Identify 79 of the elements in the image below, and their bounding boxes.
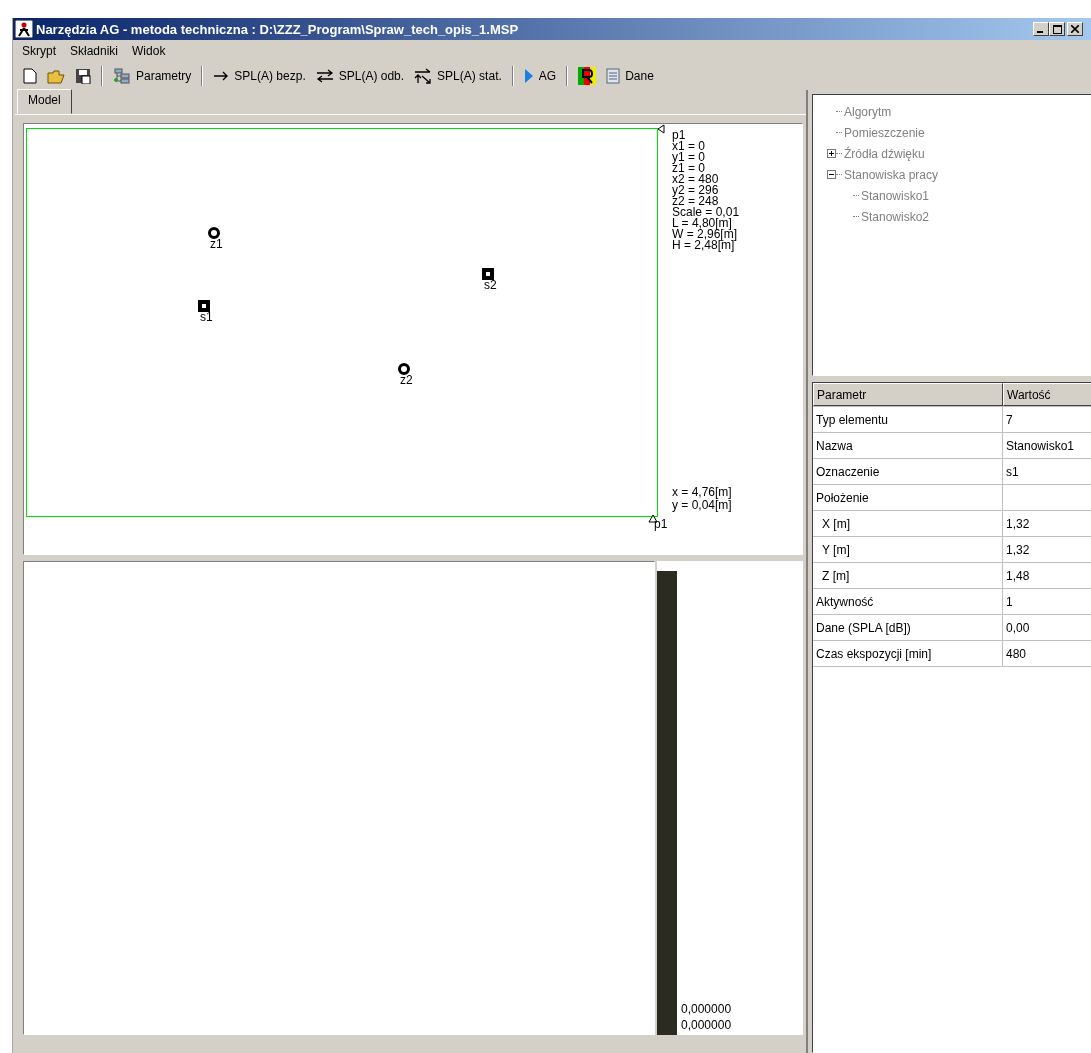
folder-icon [47, 68, 65, 84]
close-icon [1071, 25, 1079, 33]
tree-item[interactable]: Algorytm [844, 104, 892, 119]
table-cell: 1,32 [1003, 511, 1091, 536]
tree-item[interactable]: Stanowiska pracy [844, 167, 939, 182]
table-cell: 1 [1003, 589, 1091, 614]
right-arrow-icon [213, 71, 230, 81]
hierarchy-icon [113, 68, 131, 84]
maximize-icon [1052, 24, 1062, 34]
table-cell: 7 [1003, 407, 1091, 432]
scale-value: 0,000000 [681, 1017, 732, 1033]
marker-label: s1 [200, 312, 213, 323]
tree-item[interactable]: Pomieszczenie [844, 125, 925, 140]
table-cell: 480 [1003, 641, 1091, 666]
table-cell: Typ elementu [813, 407, 1003, 432]
window-title: Narzędzia AG - metoda techniczna : D:\ZZZ_Program\Spraw_tech_opis_1.MSP [36, 21, 520, 37]
crossed-arrows-icon [414, 68, 433, 84]
table-cell: Y [m] [813, 537, 1003, 562]
table-cell: Z [m] [813, 563, 1003, 588]
dimension-text: z2 = 248 [672, 196, 719, 207]
dimension-text: W = 2,96[m] [672, 229, 739, 240]
tree-item[interactable]: Stanowisko1 [861, 188, 930, 203]
dimension-text: z1 = 0 [672, 163, 706, 174]
table-cell: Czas ekspozycji [min] [813, 641, 1003, 666]
tree-item[interactable]: Stanowisko2 [861, 209, 930, 224]
point-label: p1 [654, 517, 668, 531]
play-icon [523, 68, 534, 84]
collapse-icon[interactable] [827, 170, 836, 179]
minimize-button[interactable] [1033, 22, 1049, 36]
dimension-text: Scale = 0,01 [672, 207, 740, 218]
blank-page-icon [23, 68, 37, 84]
menu-item[interactable]: Składniki [65, 42, 124, 60]
maximize-button[interactable] [1049, 22, 1065, 36]
workstation-icon[interactable] [482, 268, 494, 280]
close-button[interactable] [1067, 22, 1083, 36]
column-header[interactable]: Wartość [1003, 383, 1091, 406]
table-cell: 1,32 [1003, 537, 1091, 562]
toolbar-button[interactable]: Dane [602, 66, 658, 86]
toolbar-button[interactable]: SPL(A) bezp. [209, 67, 310, 85]
table-cell: s1 [1003, 459, 1091, 484]
toolbar-button[interactable]: SPL(A) odb. [311, 67, 409, 85]
table-cell: 1,48 [1003, 563, 1091, 588]
coordinate-text: y = 0,04[m] [672, 500, 732, 511]
dimension-text: x1 = 0 [672, 141, 707, 152]
expand-icon[interactable] [827, 149, 836, 158]
marker-label: s2 [484, 280, 497, 291]
sound-source-icon[interactable] [398, 363, 410, 375]
table-cell: Nazwa [813, 433, 1003, 458]
model-tab[interactable]: Model [17, 89, 72, 114]
figure-icon [15, 20, 33, 38]
table-cell: 0,00 [1003, 615, 1091, 640]
menu-item[interactable]: Widok [127, 42, 171, 60]
table-cell: Stanowisko1 [1003, 433, 1091, 458]
toolbar-button[interactable]: SPL(A) stat. [410, 66, 506, 86]
table-cell: Położenie [813, 485, 1003, 510]
dimension-text: x2 = 480 [672, 174, 720, 185]
coordinate-text: x = 4,76[m] [672, 487, 732, 498]
column-header[interactable]: Parametr [813, 383, 1003, 406]
document-icon [606, 68, 621, 84]
table-cell: Oznaczenie [813, 459, 1003, 484]
table-cell: Aktywność [813, 589, 1003, 614]
toolbar-button[interactable]: AG [519, 66, 561, 86]
marker-label: z1 [210, 239, 223, 250]
table-cell: X [m] [813, 511, 1003, 536]
r-report-icon [578, 67, 597, 85]
dimension-text: L = 4,80[m] [672, 218, 732, 229]
marker-label: z2 [400, 375, 413, 386]
table-cell: Dane (SPLA [dB]) [813, 615, 1003, 640]
toolbar-button[interactable]: Parametry [109, 66, 196, 86]
menu-item[interactable]: Skrypt [17, 42, 61, 60]
tree-item[interactable]: Źródła dźwięku [844, 146, 925, 161]
dimension-text: y1 = 0 [672, 152, 707, 163]
swap-arrows-icon [315, 69, 334, 83]
workstation-icon[interactable] [198, 300, 210, 312]
point-label: p1 [672, 130, 687, 141]
sound-source-icon[interactable] [208, 227, 220, 239]
dimension-text: y2 = 296 [672, 185, 720, 196]
scale-value: 0,000000 [681, 1001, 732, 1017]
dimension-text: H = 2,48[m] [672, 240, 735, 251]
